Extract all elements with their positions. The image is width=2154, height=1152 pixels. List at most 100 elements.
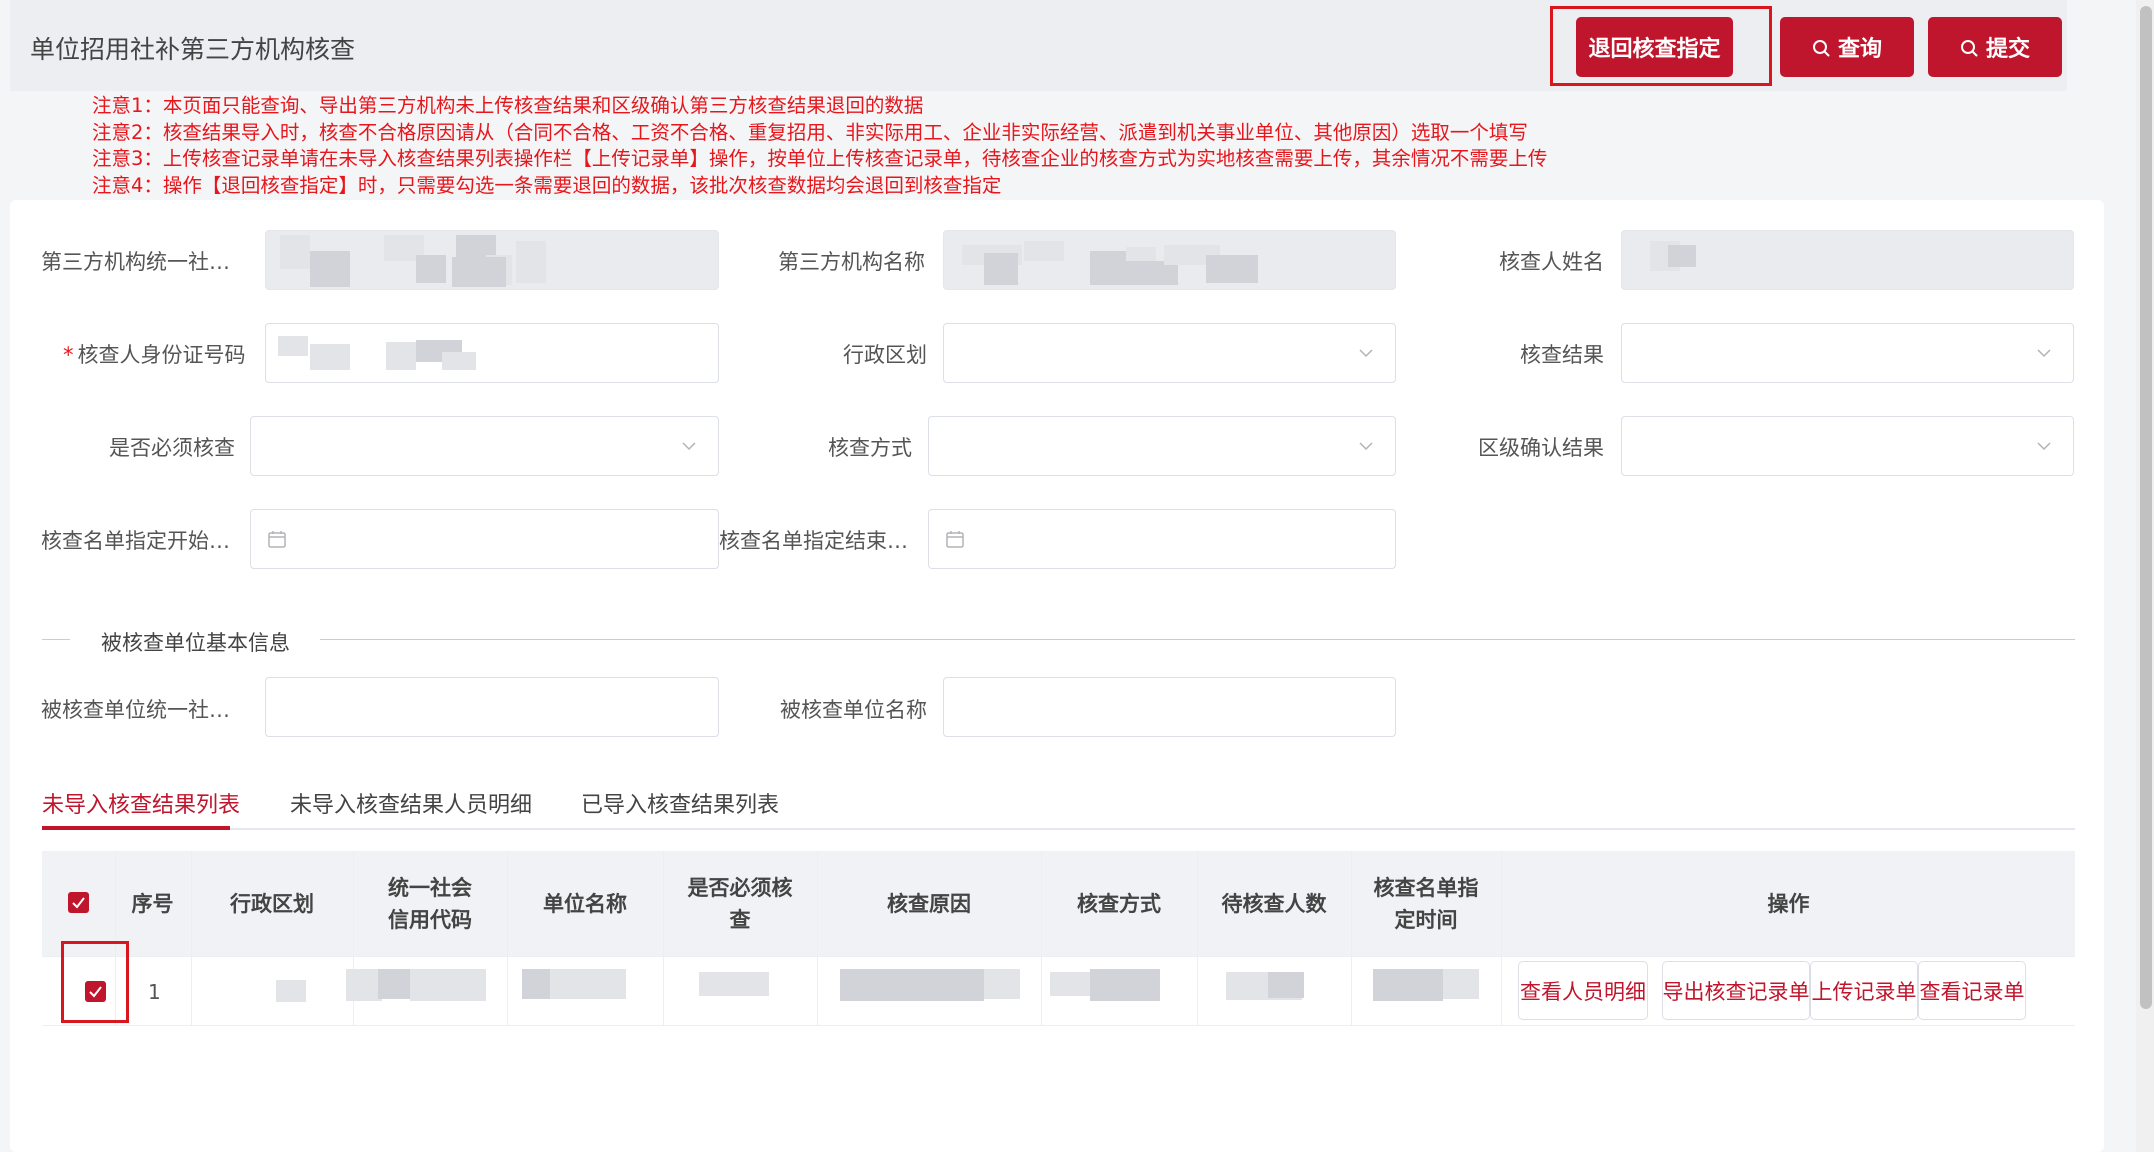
must-check-label: 是否必须核查 xyxy=(109,436,235,460)
row-index: 1 xyxy=(148,980,161,1004)
inspector-id-input[interactable] xyxy=(265,323,719,383)
result-label: 核查结果 xyxy=(1520,343,1604,367)
start-date-picker[interactable] xyxy=(250,509,719,569)
method-label: 核查方式 xyxy=(828,436,912,460)
tab-not-imported-details[interactable]: 未导入核查结果人员明细 xyxy=(290,787,532,819)
org-code-field xyxy=(265,230,719,290)
column-divider xyxy=(1351,851,1352,1026)
col-header-credit-code: 统一社会信用代码 xyxy=(388,875,472,932)
start-date-label: 核查名单指定开始… xyxy=(41,529,230,553)
tab-bar-line xyxy=(42,828,2075,830)
district-confirm-select[interactable] xyxy=(1621,416,2074,476)
col-header-unit-name: 单位名称 xyxy=(543,891,627,916)
notice-line: 注意2：核查结果导入时，核查不合格原因请从（合同不合格、工资不合格、重复招用、非… xyxy=(92,120,1528,144)
section-divider xyxy=(42,639,70,640)
col-header-method: 核查方式 xyxy=(1077,891,1161,916)
redacted-cell xyxy=(550,969,626,999)
method-select[interactable] xyxy=(928,416,1396,476)
chevron-down-icon xyxy=(682,442,696,451)
query-button[interactable]: 查询 xyxy=(1780,17,1914,77)
column-divider xyxy=(663,851,664,1026)
inspector-id-label: * 核查人身份证号码 xyxy=(63,339,246,369)
active-tab-indicator xyxy=(42,826,230,830)
unit-code-input[interactable] xyxy=(265,677,719,737)
result-select[interactable] xyxy=(1621,323,2074,383)
row-divider xyxy=(42,956,2075,957)
end-date-picker[interactable] xyxy=(928,509,1396,569)
redacted-cell xyxy=(346,969,382,1001)
unit-code-label: 被核查单位统一社… xyxy=(41,698,230,722)
page-scrollbar-thumb[interactable] xyxy=(2140,6,2152,1009)
redacted-cell xyxy=(410,969,486,1001)
col-header-must-check: 是否必须核查 xyxy=(687,875,793,932)
notice-list: 注意1：本页面只能查询、导出第三方机构未上传核查结果和区级确认第三方核查结果退回… xyxy=(92,93,1547,199)
calendar-icon xyxy=(268,531,286,548)
submit-label: 提交 xyxy=(1985,37,2030,62)
column-divider xyxy=(1501,851,1502,1026)
tab-not-imported-list[interactable]: 未导入核查结果列表 xyxy=(42,787,240,819)
org-name-label: 第三方机构名称 xyxy=(778,250,925,274)
col-header-pending: 待核查人数 xyxy=(1221,891,1327,916)
row-divider xyxy=(42,1025,2075,1026)
org-code-label: 第三方机构统一社… xyxy=(41,250,230,274)
calendar-icon xyxy=(946,531,964,548)
required-mark: * xyxy=(63,343,74,367)
unit-name-label: 被核查单位名称 xyxy=(780,698,927,722)
view-personnel-button[interactable]: 查看人员明细 xyxy=(1518,961,1648,1020)
redacted-cell xyxy=(1050,972,1090,996)
redacted-cell xyxy=(378,969,414,999)
column-divider xyxy=(1197,851,1198,1026)
col-header-assigned-time: 核查名单指定时间 xyxy=(1373,875,1479,932)
checkmark-icon xyxy=(72,897,85,909)
inspector-name-label: 核查人姓名 xyxy=(1499,250,1604,274)
search-icon xyxy=(1812,38,1830,57)
redacted-cell xyxy=(1090,969,1160,1001)
district-confirm-label: 区级确认结果 xyxy=(1478,436,1604,460)
submit-button[interactable]: 提交 xyxy=(1928,17,2062,77)
col-header-district: 行政区划 xyxy=(230,891,314,916)
redacted-cell xyxy=(1443,969,1479,999)
tab-imported-list[interactable]: 已导入核查结果列表 xyxy=(581,787,779,819)
column-divider xyxy=(817,851,818,1026)
column-divider xyxy=(507,851,508,1026)
redacted-cell xyxy=(1373,969,1443,1001)
column-divider xyxy=(191,851,192,1026)
district-select[interactable] xyxy=(943,323,1396,383)
redacted-cell xyxy=(276,980,306,1002)
chevron-down-icon xyxy=(2037,349,2051,358)
export-record-button[interactable]: 导出核查记录单 xyxy=(1662,961,1810,1020)
col-header-actions: 操作 xyxy=(1767,891,1810,916)
inspector-name-field xyxy=(1621,230,2074,290)
chevron-down-icon xyxy=(1359,349,1373,358)
return-assignment-label: 退回核查指定 xyxy=(1588,37,1721,62)
chevron-down-icon xyxy=(1359,442,1373,451)
notice-line: 注意1：本页面只能查询、导出第三方机构未上传核查结果和区级确认第三方核查结果退回… xyxy=(92,94,924,117)
query-label: 查询 xyxy=(1837,37,1882,62)
chevron-down-icon xyxy=(2037,442,2051,451)
notice-line: 注意3：上传核查记录单请在未导入核查结果列表操作栏【上传记录单】操作，按单位上传… xyxy=(92,147,1548,170)
redacted-cell xyxy=(840,969,984,1001)
view-record-button[interactable]: 查看记录单 xyxy=(1918,961,2026,1020)
col-header-reason: 核查原因 xyxy=(887,891,971,916)
search-icon xyxy=(1960,38,1978,57)
redacted-cell xyxy=(984,969,1020,999)
end-date-label: 核查名单指定结束… xyxy=(719,529,908,553)
checkmark-icon xyxy=(89,986,102,998)
inspector-id-label-text: 核查人身份证号码 xyxy=(77,343,246,367)
notice-line: 注意4：操作【退回核查指定】时，只需要勾选一条需要退回的数据，该批次核查数据均会… xyxy=(92,173,1002,197)
org-name-field xyxy=(943,230,1396,290)
must-check-select[interactable] xyxy=(250,416,719,476)
redacted-cell xyxy=(699,972,769,996)
select-all-checkbox[interactable] xyxy=(68,892,89,913)
section-divider xyxy=(320,639,2075,640)
section-title: 被核查单位基本信息 xyxy=(101,631,290,655)
row-checkbox[interactable] xyxy=(85,981,106,1002)
return-assignment-button[interactable]: 退回核查指定 xyxy=(1576,17,1733,77)
upload-record-button[interactable]: 上传记录单 xyxy=(1810,961,1918,1020)
district-label: 行政区划 xyxy=(843,343,927,367)
redacted-cell xyxy=(522,969,552,999)
unit-name-input[interactable] xyxy=(943,677,1396,737)
page-title: 单位招用社补第三方机构核查 xyxy=(30,35,356,64)
redacted-cell xyxy=(1268,972,1304,998)
column-divider xyxy=(1041,851,1042,1026)
